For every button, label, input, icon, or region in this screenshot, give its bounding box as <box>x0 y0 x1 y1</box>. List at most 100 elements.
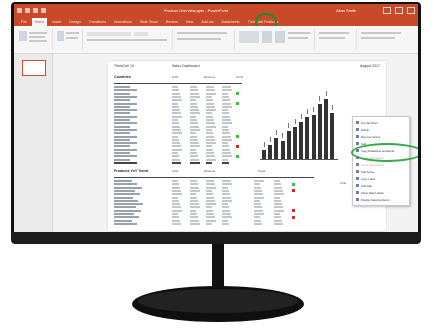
row-cell <box>190 99 196 102</box>
row-cell <box>206 183 215 186</box>
ribbon-line <box>288 32 310 34</box>
row-cell <box>172 86 178 88</box>
font-name-box[interactable] <box>87 32 131 36</box>
context-menu-item[interactable]: Format Chart <box>356 120 377 125</box>
bar-chart[interactable] <box>258 81 338 163</box>
row-cell <box>274 180 280 182</box>
slide-thumbnail[interactable] <box>22 60 46 76</box>
chart-bar[interactable] <box>311 115 316 159</box>
row-cell <box>274 213 280 215</box>
present-icon[interactable] <box>41 8 46 13</box>
row-cell <box>172 196 178 199</box>
font-group <box>84 29 173 49</box>
row-label <box>114 105 130 108</box>
new-slide-button[interactable] <box>57 31 64 41</box>
chart-bar[interactable] <box>305 117 310 159</box>
chart-bar[interactable] <box>299 122 304 159</box>
row-cell <box>222 102 231 105</box>
maximize-icon[interactable] <box>395 7 403 14</box>
tab-insert[interactable]: Insert <box>49 18 64 26</box>
row-cell <box>206 125 216 128</box>
context-menu-item[interactable]: Insert Chart Above <box>356 162 384 167</box>
slide-canvas[interactable]: ThinkCell 10 Sales Dashboard August 2017… <box>108 61 386 231</box>
chart-bar[interactable] <box>286 131 291 159</box>
row-label <box>114 152 130 154</box>
tab-datasheets[interactable]: Datasheets <box>219 18 243 26</box>
menu-item-label: Display Selected Items <box>361 197 390 202</box>
row-cell <box>190 125 199 128</box>
row-label <box>114 189 135 192</box>
context-menu-item[interactable]: Copy Label <box>356 176 375 181</box>
row-cell <box>172 105 179 108</box>
col-header-trend-2: Trend <box>258 169 266 173</box>
red-indicator <box>292 215 295 219</box>
tab-add-ins[interactable]: Add-ins <box>198 18 216 26</box>
row-cell <box>190 196 197 199</box>
row-cell <box>254 219 261 222</box>
chart-bar[interactable] <box>280 140 285 159</box>
context-menu-item[interactable]: Add Series <box>356 169 375 174</box>
row-cell <box>222 203 228 206</box>
countries-table[interactable] <box>114 83 242 166</box>
tab-review[interactable]: Review <box>163 18 181 26</box>
row-label <box>114 222 137 225</box>
arrange-button[interactable] <box>262 31 272 43</box>
row-label <box>114 145 130 148</box>
tab-home[interactable]: Home <box>31 18 48 26</box>
menu-item-label: Insert Chart Above <box>361 162 385 167</box>
paste-button[interactable] <box>19 31 27 41</box>
tab-file[interactable]: File <box>18 18 30 26</box>
slide-thumbnail-panel <box>14 54 53 232</box>
row-cell <box>172 183 179 186</box>
title-bar: Product Overview.pptx - PowerPoint Allan… <box>14 4 418 18</box>
context-menu-item[interactable]: Delete <box>356 127 369 132</box>
screen: Product Overview.pptx - PowerPoint Allan… <box>14 4 418 232</box>
row-label <box>114 186 142 189</box>
chart-bar[interactable] <box>274 138 279 159</box>
chart-spark <box>288 123 290 129</box>
context-menu-item[interactable]: Display Selected Items <box>356 197 389 202</box>
chart-bar[interactable] <box>268 145 273 159</box>
row-label <box>114 109 137 112</box>
context-menu-item[interactable]: Show Data Labels <box>356 190 384 195</box>
chart-spark <box>282 132 284 138</box>
close-icon[interactable] <box>407 7 415 14</box>
row-cell <box>222 161 229 164</box>
shapes-gallery[interactable] <box>239 31 259 43</box>
clipboard-group <box>16 29 53 49</box>
chart-bar[interactable] <box>317 103 322 159</box>
save-icon[interactable] <box>17 8 22 13</box>
tab-animations[interactable]: Animations <box>111 18 135 26</box>
tab-view[interactable]: View <box>183 18 197 26</box>
row-cell <box>190 189 200 192</box>
tab-design[interactable]: Design <box>66 18 83 26</box>
menu-item-icon <box>356 142 359 145</box>
row-cell <box>222 209 230 212</box>
red-indicator <box>236 144 239 148</box>
chart-bar[interactable] <box>293 126 297 159</box>
row-cell <box>274 193 284 196</box>
chart-bar[interactable] <box>262 149 266 159</box>
chart-bar[interactable] <box>324 99 328 159</box>
row-cell <box>222 183 232 186</box>
row-cell <box>172 145 181 148</box>
tab-transitions[interactable]: Transitions <box>86 18 109 26</box>
undo-icon[interactable] <box>25 8 30 13</box>
row-cell <box>206 206 212 209</box>
tab-slide-show[interactable]: Slide Show <box>137 18 161 26</box>
products-table[interactable] <box>114 177 314 226</box>
minimize-icon[interactable] <box>383 7 391 14</box>
chart-bar[interactable] <box>330 112 335 159</box>
context-menu-item[interactable]: Add Gap <box>356 183 372 188</box>
context-menu-item[interactable]: Remove Series <box>356 134 380 139</box>
font-size-box[interactable] <box>134 32 148 36</box>
redo-icon[interactable] <box>33 8 38 13</box>
row-cell <box>222 213 231 215</box>
quick-styles-button[interactable] <box>275 31 285 43</box>
row-cell <box>206 132 213 135</box>
user-name[interactable]: Allan Smith <box>336 8 356 13</box>
row-cell <box>190 213 197 215</box>
row-cell <box>190 119 197 121</box>
row-cell <box>206 203 216 206</box>
row-cell <box>172 132 182 135</box>
